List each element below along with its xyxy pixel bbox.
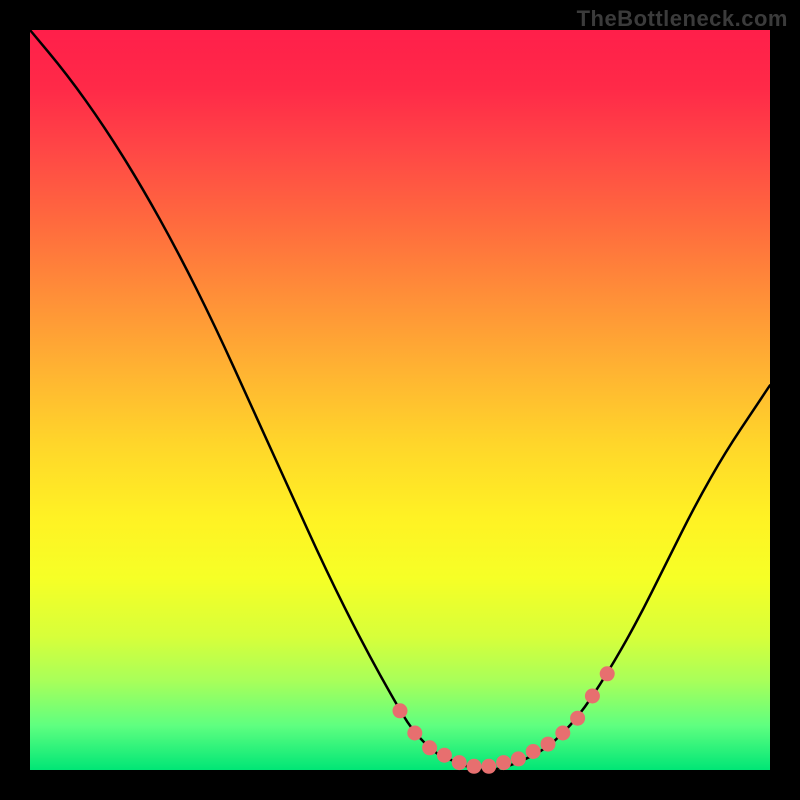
curve-marker: [526, 744, 541, 759]
bottleneck-curve: [30, 30, 770, 770]
curve-marker: [437, 748, 452, 763]
curve-markers: [393, 666, 615, 774]
curve-marker: [511, 751, 526, 766]
curve-marker: [585, 689, 600, 704]
curve-marker: [541, 737, 556, 752]
plot-area: [30, 30, 770, 770]
curve-marker: [407, 726, 422, 741]
curve-svg: [30, 30, 770, 770]
watermark-text: TheBottleneck.com: [577, 6, 788, 32]
chart-frame: TheBottleneck.com: [0, 0, 800, 800]
curve-marker: [570, 711, 585, 726]
curve-marker: [393, 703, 408, 718]
curve-marker: [481, 759, 496, 774]
curve-marker: [452, 755, 467, 770]
curve-marker: [422, 740, 437, 755]
curve-marker: [600, 666, 615, 681]
curve-marker: [496, 755, 511, 770]
curve-marker: [467, 759, 482, 774]
curve-marker: [555, 726, 570, 741]
